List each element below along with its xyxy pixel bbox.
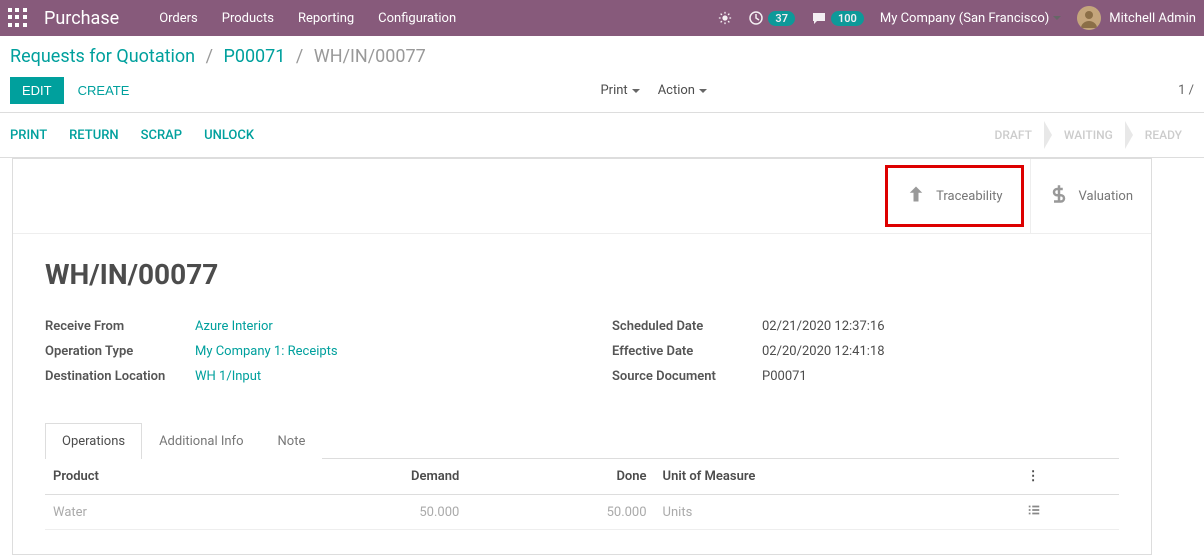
record-title: WH/IN/00077	[45, 258, 1119, 291]
tabs: Operations Additional Info Note	[45, 422, 1119, 459]
cell-done: 50.000	[467, 495, 654, 530]
kebab-icon: ⋮	[1027, 469, 1040, 484]
table-header-row: Product Demand Done Unit of Measure ⋮	[45, 459, 1119, 495]
form-body: WH/IN/00077 Receive From Azure Interior …	[13, 234, 1151, 554]
breadcrumb-parent[interactable]: P00071	[223, 46, 285, 67]
breadcrumb-current: WH/IN/00077	[314, 46, 426, 67]
status-arrow-icon	[1125, 121, 1133, 149]
tab-additional-info[interactable]: Additional Info	[142, 423, 260, 459]
action-links: PRINT RETURN SCRAP UNLOCK	[10, 128, 983, 143]
tab-note[interactable]: Note	[261, 423, 323, 459]
cell-product: Water	[45, 495, 252, 530]
action-dropdown[interactable]: Action	[658, 83, 707, 98]
table-row[interactable]: Water 50.000 50.000 Units	[45, 495, 1119, 530]
print-dropdown[interactable]: Print	[600, 83, 639, 98]
field-source-document: Source Document P00071	[612, 369, 1119, 384]
dollar-icon	[1049, 184, 1069, 208]
app-title[interactable]: Purchase	[44, 8, 119, 29]
topbar: Purchase Orders Products Reporting Confi…	[0, 0, 1204, 36]
breadcrumb-root[interactable]: Requests for Quotation	[10, 46, 195, 67]
col-uom[interactable]: Unit of Measure	[655, 459, 1019, 495]
col-done[interactable]: Done	[467, 459, 654, 495]
pager[interactable]: 1 /	[1178, 83, 1194, 98]
scrap-action[interactable]: SCRAP	[141, 128, 182, 143]
field-col-left: Receive From Azure Interior Operation Ty…	[45, 319, 552, 394]
avatar	[1077, 6, 1101, 30]
control-row: EDIT CREATE Print Action 1 /	[0, 71, 1204, 113]
status-ready[interactable]: READY	[1133, 122, 1194, 148]
status-arrow-icon	[1044, 121, 1052, 149]
messages-badge: 100	[831, 11, 864, 26]
status-bar: DRAFT WAITING READY	[983, 121, 1195, 149]
col-demand[interactable]: Demand	[252, 459, 467, 495]
cell-uom: Units	[655, 495, 1019, 530]
return-action[interactable]: RETURN	[69, 128, 119, 143]
nav-products[interactable]: Products	[222, 11, 274, 26]
tab-operations[interactable]: Operations	[45, 423, 142, 459]
field-receive-from: Receive From Azure Interior	[45, 319, 552, 334]
breadcrumb: Requests for Quotation / P00071 / WH/IN/…	[10, 46, 1194, 67]
list-icon	[1027, 506, 1041, 521]
arrow-up-icon	[906, 184, 926, 208]
nav-menu: Orders Products Reporting Configuration	[159, 11, 718, 26]
col-options[interactable]: ⋮	[1019, 459, 1119, 495]
activity-badge: 37	[768, 11, 795, 26]
nav-orders[interactable]: Orders	[159, 11, 198, 26]
unlock-action[interactable]: UNLOCK	[204, 128, 254, 143]
col-product[interactable]: Product	[45, 459, 252, 495]
field-operation-type: Operation Type My Company 1: Receipts	[45, 344, 552, 359]
cell-demand: 50.000	[252, 495, 467, 530]
chevron-down-icon	[1053, 16, 1061, 20]
status-waiting[interactable]: WAITING	[1052, 122, 1125, 148]
company-selector[interactable]: My Company (San Francisco)	[880, 11, 1061, 26]
cell-detail[interactable]	[1019, 495, 1119, 530]
messages-icon[interactable]: 100	[811, 10, 864, 26]
breadcrumb-row: Requests for Quotation / P00071 / WH/IN/…	[0, 36, 1204, 71]
receive-from-link[interactable]: Azure Interior	[195, 319, 273, 334]
nav-reporting[interactable]: Reporting	[298, 11, 354, 26]
field-col-right: Scheduled Date 02/21/2020 12:37:16 Effec…	[612, 319, 1119, 394]
debug-icon[interactable]	[718, 11, 732, 25]
field-effective-date: Effective Date 02/20/2020 12:41:18	[612, 344, 1119, 359]
stat-buttons: Traceability Valuation	[13, 159, 1151, 234]
control-center: Print Action	[129, 83, 1178, 98]
field-scheduled-date: Scheduled Date 02/21/2020 12:37:16	[612, 319, 1119, 334]
print-action[interactable]: PRINT	[10, 128, 47, 143]
operations-table: Product Demand Done Unit of Measure ⋮ Wa…	[45, 459, 1119, 530]
create-button[interactable]: CREATE	[78, 83, 130, 98]
traceability-button[interactable]: Traceability	[885, 165, 1023, 227]
chevron-down-icon	[632, 89, 640, 93]
nav-configuration[interactable]: Configuration	[378, 11, 456, 26]
destination-location-link[interactable]: WH 1/Input	[195, 369, 261, 384]
valuation-button[interactable]: Valuation	[1030, 159, 1151, 233]
activity-icon[interactable]: 37	[748, 10, 795, 26]
field-destination-location: Destination Location WH 1/Input	[45, 369, 552, 384]
action-row: PRINT RETURN SCRAP UNLOCK DRAFT WAITING …	[0, 113, 1204, 158]
edit-button[interactable]: EDIT	[10, 77, 64, 104]
topbar-right: 37 100 My Company (San Francisco) Mitche…	[718, 6, 1196, 30]
field-columns: Receive From Azure Interior Operation Ty…	[45, 319, 1119, 394]
operation-type-link[interactable]: My Company 1: Receipts	[195, 344, 338, 359]
status-draft[interactable]: DRAFT	[983, 122, 1044, 148]
form-sheet: Traceability Valuation WH/IN/00077 Recei…	[12, 158, 1152, 555]
apps-icon[interactable]	[8, 8, 28, 28]
chevron-down-icon	[699, 89, 707, 93]
user-menu[interactable]: Mitchell Admin	[1077, 6, 1196, 30]
